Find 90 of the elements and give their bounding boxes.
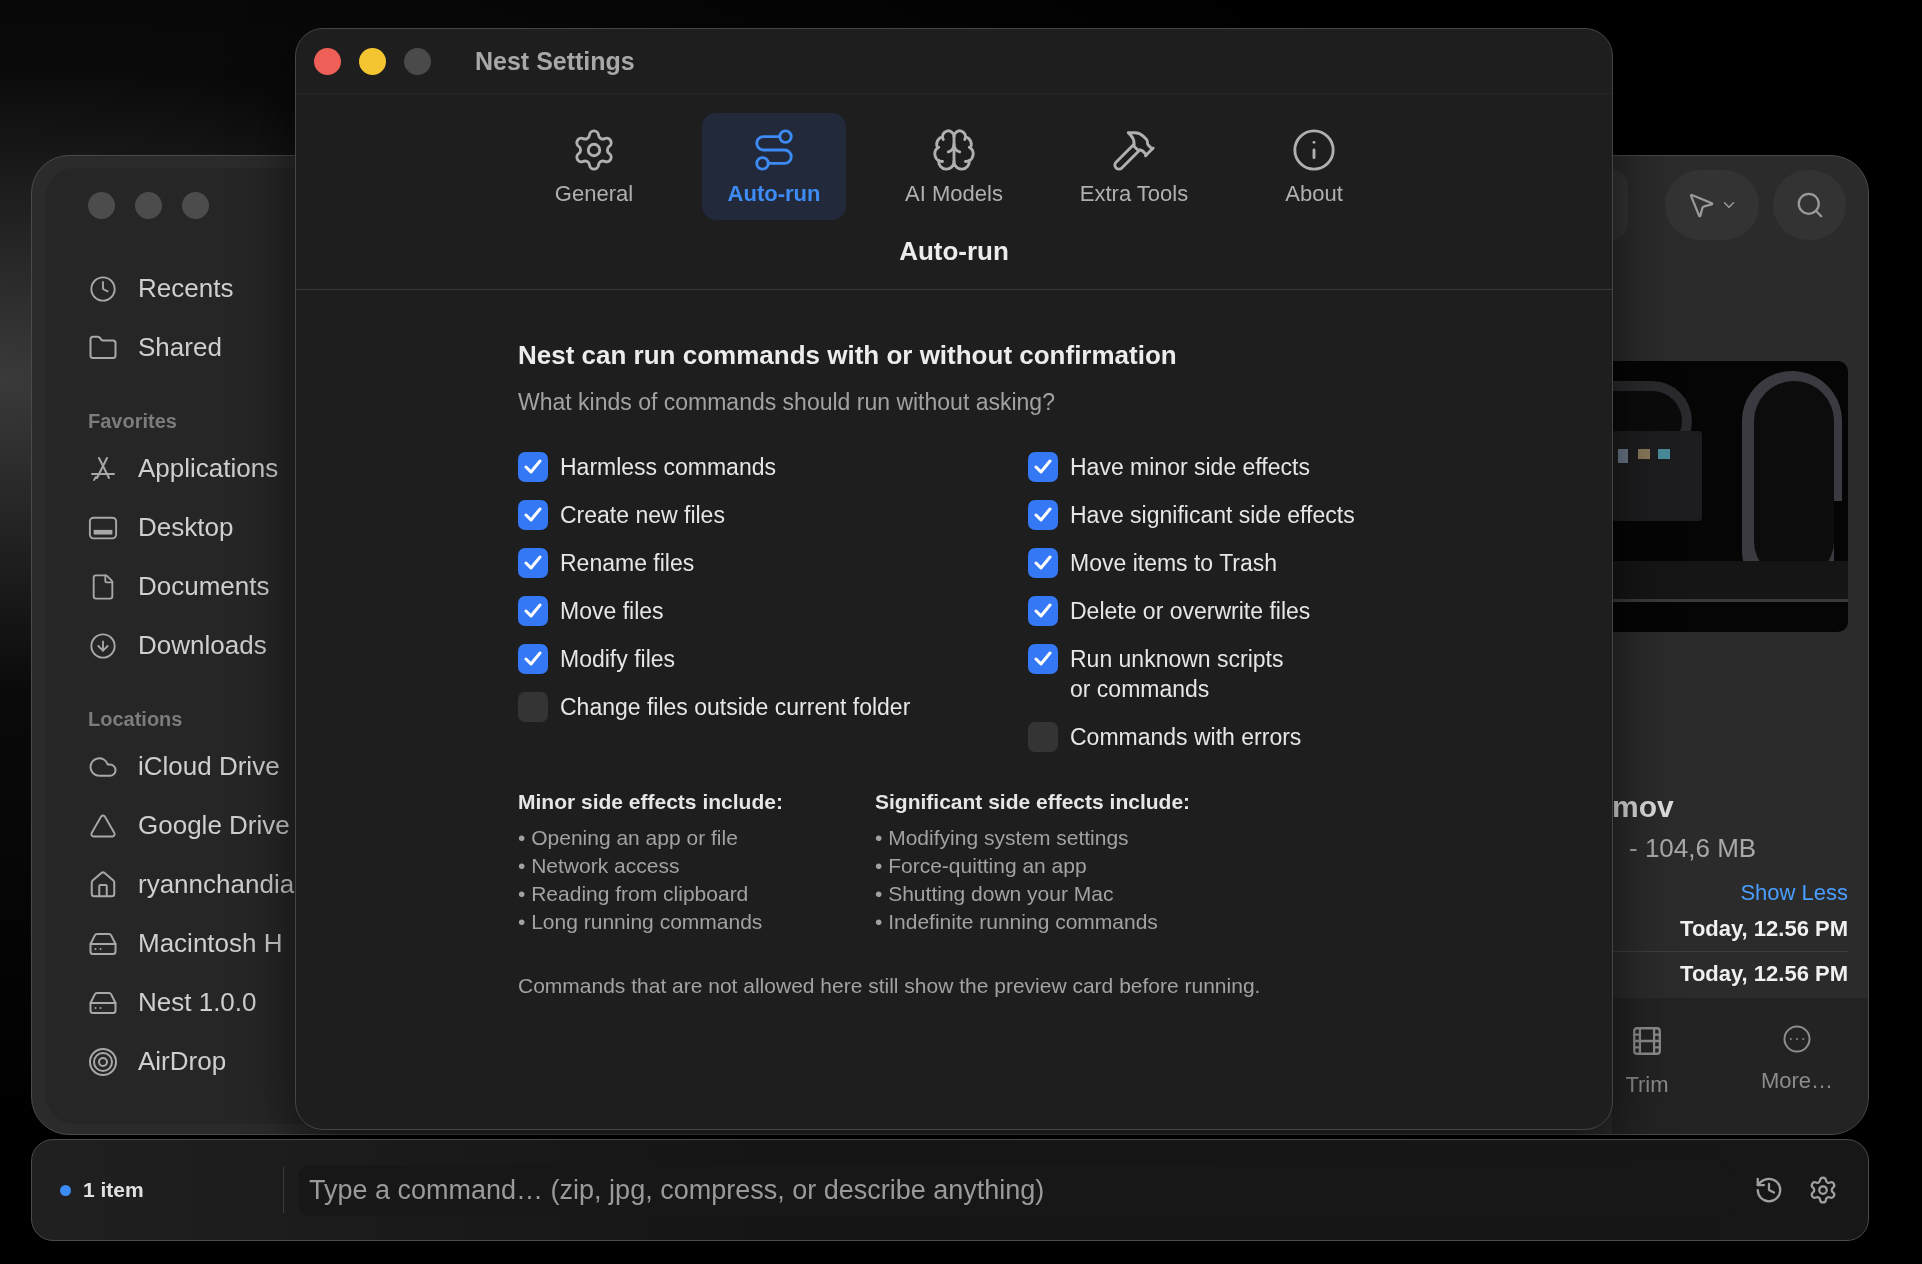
notes-title: Significant side effects include: — [875, 789, 1192, 815]
checkbox[interactable] — [518, 644, 548, 674]
info-icon — [1291, 126, 1337, 173]
window-title: Nest Settings — [475, 46, 635, 76]
sidebar-item[interactable]: Applications — [138, 453, 279, 484]
note-item: • Opening an app or file — [518, 825, 739, 851]
option-label: Rename files — [560, 549, 695, 578]
option-label: Move files — [560, 597, 664, 626]
section-heading: Nest can run commands with or without confirmation — [518, 339, 1178, 371]
note-item: • Shutting down your Mac — [875, 881, 1115, 907]
checkbox[interactable] — [1028, 500, 1058, 530]
checkbox[interactable] — [518, 500, 548, 530]
sidebar-item[interactable]: ryannchandia — [138, 869, 295, 900]
history-icon — [1754, 1175, 1784, 1205]
note-item: • Long running commands — [518, 909, 764, 935]
settings-tab[interactable]: AI Models — [882, 113, 1026, 220]
note-item: • Network access — [518, 853, 681, 879]
more-icon — [1782, 1024, 1812, 1054]
settings-tab[interactable]: About — [1242, 113, 1386, 220]
item-count: 1 item — [83, 1178, 145, 1202]
close-button[interactable] — [314, 47, 341, 75]
option-label: Commands with errors — [1070, 723, 1302, 752]
command-input[interactable]: Type a command… (zip, jpg, compress, or describe anything) — [309, 1170, 1719, 1210]
checkbox[interactable] — [518, 596, 548, 626]
download-icon — [89, 631, 117, 660]
checkmark-icon — [1034, 507, 1052, 523]
checkmark-icon — [524, 555, 542, 571]
option-label: Harmless commands — [560, 453, 776, 482]
action-button[interactable]: Trim — [1612, 1024, 1682, 1098]
settings-icon — [1808, 1175, 1838, 1205]
note-item: • Indefinite running commands — [875, 909, 1159, 935]
home-icon — [88, 869, 118, 900]
sidebar-item[interactable]: Google Drive — [138, 810, 290, 841]
sidebar-item[interactable]: AirDrop — [138, 1046, 227, 1077]
checkmark-icon — [1034, 603, 1052, 619]
film-icon — [1630, 1024, 1664, 1058]
checkmark-icon — [1034, 651, 1052, 667]
date-text: Today, 12.56 PM — [1680, 916, 1848, 941]
note-item: • Force-quitting an app — [875, 853, 1088, 879]
brain-icon — [931, 126, 977, 173]
sidebar-item[interactable]: Downloads — [138, 630, 267, 661]
sidebar-section-title: Favorites — [88, 409, 178, 434]
page-title: Auto-run — [899, 235, 1009, 267]
sidebar-item[interactable]: Macintosh H — [138, 928, 283, 959]
settings-button[interactable] — [1808, 1175, 1838, 1205]
option-label: Create new files — [560, 501, 725, 530]
option-label: Delete or overwrite files — [1070, 597, 1311, 626]
clock-icon — [89, 274, 117, 303]
sidebar-item[interactable]: Shared — [138, 332, 222, 363]
history-button[interactable] — [1754, 1175, 1784, 1205]
checkbox[interactable] — [1028, 452, 1058, 482]
airdrop-icon — [88, 1046, 118, 1077]
date-text: Today, 12.56 PM — [1680, 961, 1848, 986]
option-label: Modify files — [560, 645, 676, 674]
sidebar-item[interactable]: Nest 1.0.0 — [138, 987, 257, 1018]
sidebar-item[interactable]: Recents — [138, 273, 234, 304]
action-button[interactable]: More… — [1742, 1024, 1852, 1094]
option-label: Change files outside current folder — [560, 693, 911, 722]
option-label: Have significant side effects — [1070, 501, 1355, 530]
option-label: Move items to Trash — [1070, 549, 1278, 578]
file-size: - 104,6 MB — [1628, 832, 1758, 865]
option-label: Have minor side effects — [1070, 453, 1310, 482]
option-label: Run unknown scripts or commands — [1070, 645, 1284, 704]
settings-tab[interactable]: General — [522, 113, 666, 220]
note-item: • Reading from clipboard — [518, 881, 750, 907]
sidebar-section-title: Locations — [88, 707, 184, 732]
show-less-link[interactable]: Show Less — [1740, 879, 1848, 907]
checkbox[interactable] — [1028, 596, 1058, 626]
checkmark-icon — [524, 459, 542, 475]
checkmark-icon — [524, 603, 542, 619]
checkmark-icon — [524, 507, 542, 523]
settings-tab[interactable]: Auto-run — [702, 113, 846, 220]
sidebar-item[interactable]: iCloud Drive — [138, 751, 280, 782]
checkmark-icon — [1034, 459, 1052, 475]
sidebar-item[interactable]: Desktop — [138, 512, 234, 543]
checkmark-icon — [1034, 555, 1052, 571]
settings-tab[interactable]: Extra Tools — [1062, 113, 1206, 220]
checkmark-icon — [524, 651, 542, 667]
sidebar-item[interactable]: Documents — [138, 571, 270, 602]
status-dot — [60, 1184, 71, 1196]
checkbox[interactable] — [518, 452, 548, 482]
checkbox[interactable] — [518, 548, 548, 578]
section-description: What kinds of commands should run without asking? — [518, 388, 1056, 417]
minimize-button[interactable] — [359, 47, 386, 75]
file-name: mov — [1612, 789, 1675, 825]
checkbox[interactable] — [1028, 644, 1058, 674]
checkbox[interactable] — [1028, 548, 1058, 578]
note-item: • Modifying system settings — [875, 825, 1130, 851]
footer-note: Commands that are not allowed here still show the preview card before running. — [518, 973, 1262, 999]
notes-title: Minor side effects include: — [518, 789, 784, 815]
